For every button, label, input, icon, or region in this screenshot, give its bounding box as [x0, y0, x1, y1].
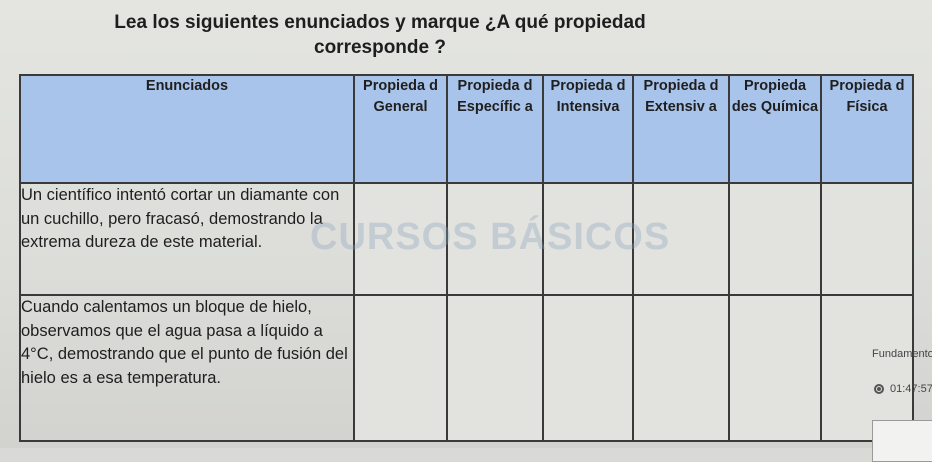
header-propiedad-fisica: Propieda d Física — [820, 74, 914, 184]
answer-cell-quimica[interactable] — [728, 294, 822, 442]
statement-cell: Un científico intentó cortar un diamante… — [19, 182, 355, 296]
timer-display: 01:47:57 — [874, 383, 932, 395]
properties-table: Enunciados Propieda d General Propieda d… — [19, 74, 914, 442]
answer-cell-fisica[interactable] — [820, 182, 914, 296]
question-prompt: Lea los siguientes enunciados y marque ¿… — [60, 10, 700, 60]
table-row: Cuando calentamos un bloque de hielo, ob… — [19, 294, 914, 442]
header-propiedad-especifica: Propieda d Específic a — [446, 74, 544, 184]
overlay-label: Fundamento — [872, 348, 932, 360]
answer-cell-general[interactable] — [353, 294, 448, 442]
header-propiedades-quimica: Propieda des Química — [728, 74, 822, 184]
answer-cell-extensiva[interactable] — [632, 182, 730, 296]
prompt-line-1: Lea los siguientes enunciados y marque ¿… — [114, 12, 646, 33]
answer-cell-especifica[interactable] — [446, 182, 544, 296]
prompt-line-2: corresponde ? — [314, 37, 446, 58]
worksheet: Lea los siguientes enunciados y marque ¿… — [0, 0, 932, 462]
header-propiedad-general: Propieda d General — [353, 74, 448, 184]
header-enunciados: Enunciados — [19, 74, 355, 184]
answer-cell-intensiva[interactable] — [542, 182, 634, 296]
answer-cell-extensiva[interactable] — [632, 294, 730, 442]
statement-cell: Cuando calentamos un bloque de hielo, ob… — [19, 294, 355, 442]
answer-cell-general[interactable] — [353, 182, 448, 296]
answer-cell-intensiva[interactable] — [542, 294, 634, 442]
answer-cell-quimica[interactable] — [728, 182, 822, 296]
header-propiedad-intensiva: Propieda d Intensiva — [542, 74, 634, 184]
corner-box — [872, 420, 932, 462]
timer-text: 01:47:57 — [890, 383, 932, 395]
header-propiedad-extensiva: Propieda d Extensiv a — [632, 74, 730, 184]
table-row: Un científico intentó cortar un diamante… — [19, 182, 914, 296]
table-header-row: Enunciados Propieda d General Propieda d… — [19, 74, 914, 184]
answer-cell-especifica[interactable] — [446, 294, 544, 442]
record-icon — [874, 384, 884, 394]
